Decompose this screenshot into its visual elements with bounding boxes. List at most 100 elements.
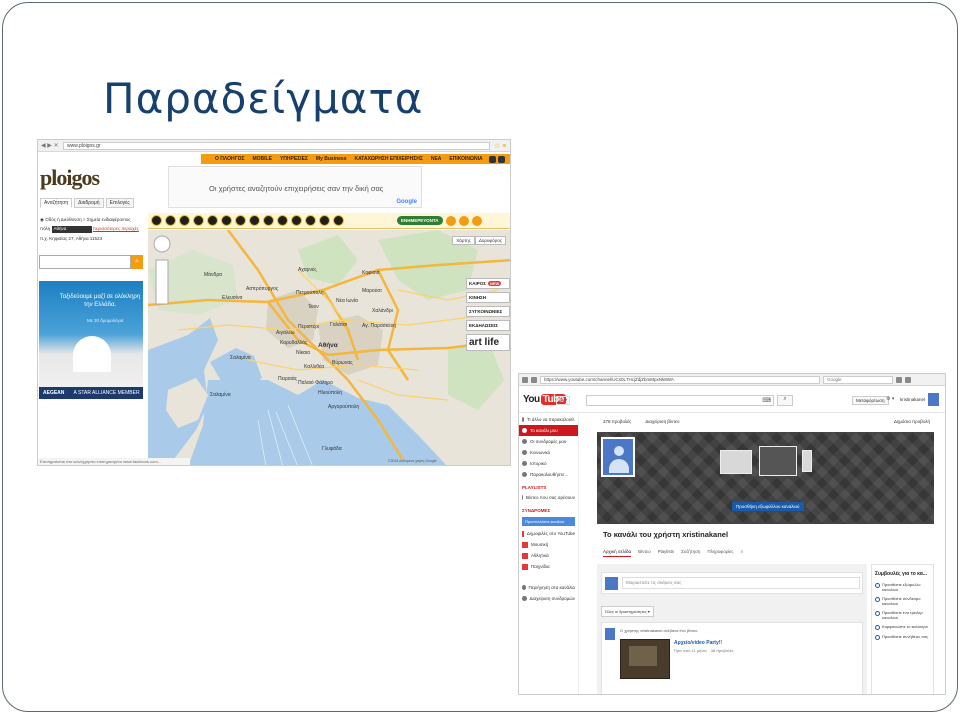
poi-icon[interactable] — [445, 215, 456, 226]
radio-icon[interactable]: ○ — [83, 217, 86, 222]
layer-traffic[interactable]: ΚΙΝΗΣΗ — [466, 292, 510, 303]
tab-options[interactable]: Επιλογές — [105, 198, 134, 208]
city-select[interactable]: Αθήνα — [51, 226, 92, 233]
tip-item[interactable]: Προσθέστε συνήθειες σας — [872, 633, 933, 643]
tab-route[interactable]: Διαδρομή — [74, 198, 104, 208]
tip-item[interactable]: Προσθέστε ένα τρέιλερ καναλιού — [872, 609, 933, 623]
google-ad[interactable]: Οι χρήστες αναζητούν επιχειρήσεις σαν τη… — [168, 166, 422, 208]
aegean-banner[interactable]: Ταξιδεύουμε μαζί σε ολόκληρη την Ελλάδα.… — [39, 281, 143, 399]
download-icon[interactable] — [896, 376, 902, 383]
poi-icon[interactable] — [471, 215, 482, 226]
url-bar[interactable]: https://www.youtube.com/channel/UCs0L7Hc… — [540, 375, 820, 384]
sidebar-item-gaming[interactable]: Παιχνίδια — [519, 561, 578, 572]
nav-item[interactable]: ΥΠΗΡΕΣΙΕΣ — [276, 156, 312, 162]
share-input[interactable]: Μοιραστείτε τις σκέψεις σας — [622, 577, 860, 589]
browser-search[interactable]: Google — [823, 375, 893, 384]
poi-icon[interactable] — [249, 215, 260, 226]
tab-playlists[interactable]: Playlists — [658, 549, 675, 557]
nav-item[interactable]: ΝΕΑ — [427, 156, 446, 162]
poi-icon[interactable] — [165, 215, 176, 226]
star-icon[interactable]: ☆ ≡ — [494, 142, 510, 150]
upload-button[interactable]: Μεταφόρτωση — [852, 396, 889, 405]
poi-icon[interactable] — [291, 215, 302, 226]
sidebar-item-liked-videos[interactable]: Βίντεο που σας αρέσουν — [519, 492, 578, 503]
sidebar-item-sports[interactable]: Αθλητικά — [519, 550, 578, 561]
tip-item[interactable]: Καρφιτσώστε το καλύτερο — [872, 623, 933, 633]
tab-search[interactable]: Αναζήτηση — [40, 198, 73, 208]
sidebar-item-browse-channels[interactable]: Περιήγηση στα κανάλια — [519, 582, 578, 593]
circle-icon — [875, 635, 880, 640]
tab-home[interactable]: Αρχική σελίδα — [603, 549, 632, 557]
nav-item[interactable]: MOBILE — [249, 156, 276, 162]
layer-weather[interactable]: ΚΑΙΡΟΣ NEW — [466, 278, 510, 289]
gear-icon[interactable]: ⚙ ▾ — [886, 396, 894, 402]
poi-icon[interactable] — [151, 215, 162, 226]
url-bar[interactable]: www.ploigos.gr — [63, 141, 490, 150]
home-icon[interactable] — [905, 376, 911, 383]
poi-icon[interactable] — [458, 215, 469, 226]
guide-menu-icon[interactable]: ≡ ▾ — [556, 396, 571, 405]
sidebar-item-popular[interactable]: Δημοφιλές στο YouTube — [519, 528, 578, 539]
poi-icon[interactable] — [179, 215, 190, 226]
more-areas-link[interactable]: περισσότερες περιοχές — [93, 226, 139, 231]
sidebar-item-subscriptions[interactable]: Οι συνδρομές μου — [519, 436, 578, 447]
twitter-icon[interactable] — [497, 155, 505, 163]
search-mode-poi[interactable]: Σημεία ενδιαφέροντος — [87, 217, 131, 222]
poi-icon[interactable] — [235, 215, 246, 226]
video-manager-link[interactable]: Διαχείριση βίντεο — [645, 419, 679, 424]
back-icon[interactable] — [522, 376, 528, 383]
tip-item[interactable]: Προσθέστε εξώφυλλο καναλιού — [872, 581, 933, 595]
video-title-link[interactable]: Αρχείο/video Party!! — [674, 640, 722, 646]
search-icon[interactable]: ⌕ — [741, 549, 744, 557]
radio-icon[interactable]: ◉ — [40, 217, 44, 222]
poi-icon[interactable] — [333, 215, 344, 226]
sidebar-item-history[interactable]: Ιστορικό — [519, 458, 578, 469]
sidebar-item-manage-subscriptions[interactable]: Διαχείριση συνδρομών — [519, 593, 578, 604]
user-name[interactable]: kristinakanel — [900, 397, 925, 402]
poi-icon[interactable] — [221, 215, 232, 226]
sidebar-item-music[interactable]: Μουσική — [519, 539, 578, 550]
sidebar-item-what-to-watch[interactable]: Τι άλλο να παρακολουθ. — [519, 414, 578, 425]
sidebar-item-my-channel[interactable]: Το κανάλι μου — [519, 425, 578, 436]
channel-avatar[interactable] — [601, 437, 635, 477]
public-view-link[interactable]: Δημόσια προβολή — [894, 419, 934, 424]
layer-transport[interactable]: ΣΥΓΚΟΙΝΩΝΙΕΣ — [466, 306, 510, 317]
forward-icon[interactable] — [531, 376, 537, 383]
back-icon[interactable]: ◀ ▶ ✕ — [41, 142, 59, 149]
tab-videos[interactable]: Βίντεο — [638, 549, 651, 557]
poi-icon[interactable] — [305, 215, 316, 226]
video-thumbnail[interactable] — [620, 639, 670, 679]
map-canvas[interactable]: Αχαρνές Κηφισιά Μαρούσι Χαλάνδρι Νέα Ιων… — [148, 230, 510, 465]
browse-channels-button[interactable]: Προσπελάστε κανάλια — [522, 517, 575, 526]
search-icon[interactable]: ⌕ — [131, 255, 143, 269]
nav-item[interactable]: My Business — [312, 156, 351, 162]
map-type-map[interactable]: Χάρτης — [452, 236, 475, 245]
poi-icon[interactable] — [207, 215, 218, 226]
search-input[interactable]: ⌨ — [586, 395, 774, 406]
tip-item[interactable]: Προσθέστε σύνδεσμο καναλιού — [872, 595, 933, 609]
poi-icon[interactable] — [193, 215, 204, 226]
nav-item[interactable]: ΚΑΤΑΧΩΡΗΣΗ ΕΠΙΧΕΙΡΗΣΗΣ — [350, 156, 426, 162]
address-input[interactable] — [39, 255, 131, 269]
nav-item[interactable]: ΕΠΙΚΟΙΝΩΝΙΑ — [445, 156, 486, 162]
keyboard-icon[interactable]: ⌨ — [762, 397, 771, 404]
tab-about[interactable]: Πληροφορίες — [707, 549, 733, 557]
update-button[interactable]: ΕΝΗΜΕΡΕΥΟΝΤΑ — [397, 216, 443, 225]
art-life-logo[interactable]: art life — [466, 334, 510, 351]
add-channel-art-button[interactable]: Προσθήκη εξωφύλλου καναλιού — [732, 502, 804, 511]
tab-discussion[interactable]: Συζήτηση — [681, 549, 700, 557]
activity-filter-dropdown[interactable]: Όλες οι δραστηριότητες ▾ — [601, 606, 654, 617]
nav-item[interactable]: Ο ΠΛΟΗΓΟΣ — [211, 156, 249, 162]
poi-icon[interactable] — [263, 215, 274, 226]
avatar[interactable] — [928, 393, 939, 406]
poi-icon[interactable] — [277, 215, 288, 226]
map-type-satellite[interactable]: Δορυφόρος — [474, 236, 506, 245]
sidebar-item-watch-later[interactable]: Παρακολουθήστε... — [519, 469, 578, 480]
search-mode-address[interactable]: Οδός ή Διεύθυνση — [45, 217, 81, 222]
search-button[interactable]: ⌕ — [777, 395, 793, 406]
ploigos-logo[interactable]: ploigos — [40, 165, 100, 191]
facebook-icon[interactable] — [488, 155, 496, 163]
poi-icon[interactable] — [319, 215, 330, 226]
sidebar-item-social[interactable]: Κοινωνικό — [519, 447, 578, 458]
layer-events[interactable]: ΕΚΔΗΛΩΣΕΙΣ — [466, 320, 510, 331]
